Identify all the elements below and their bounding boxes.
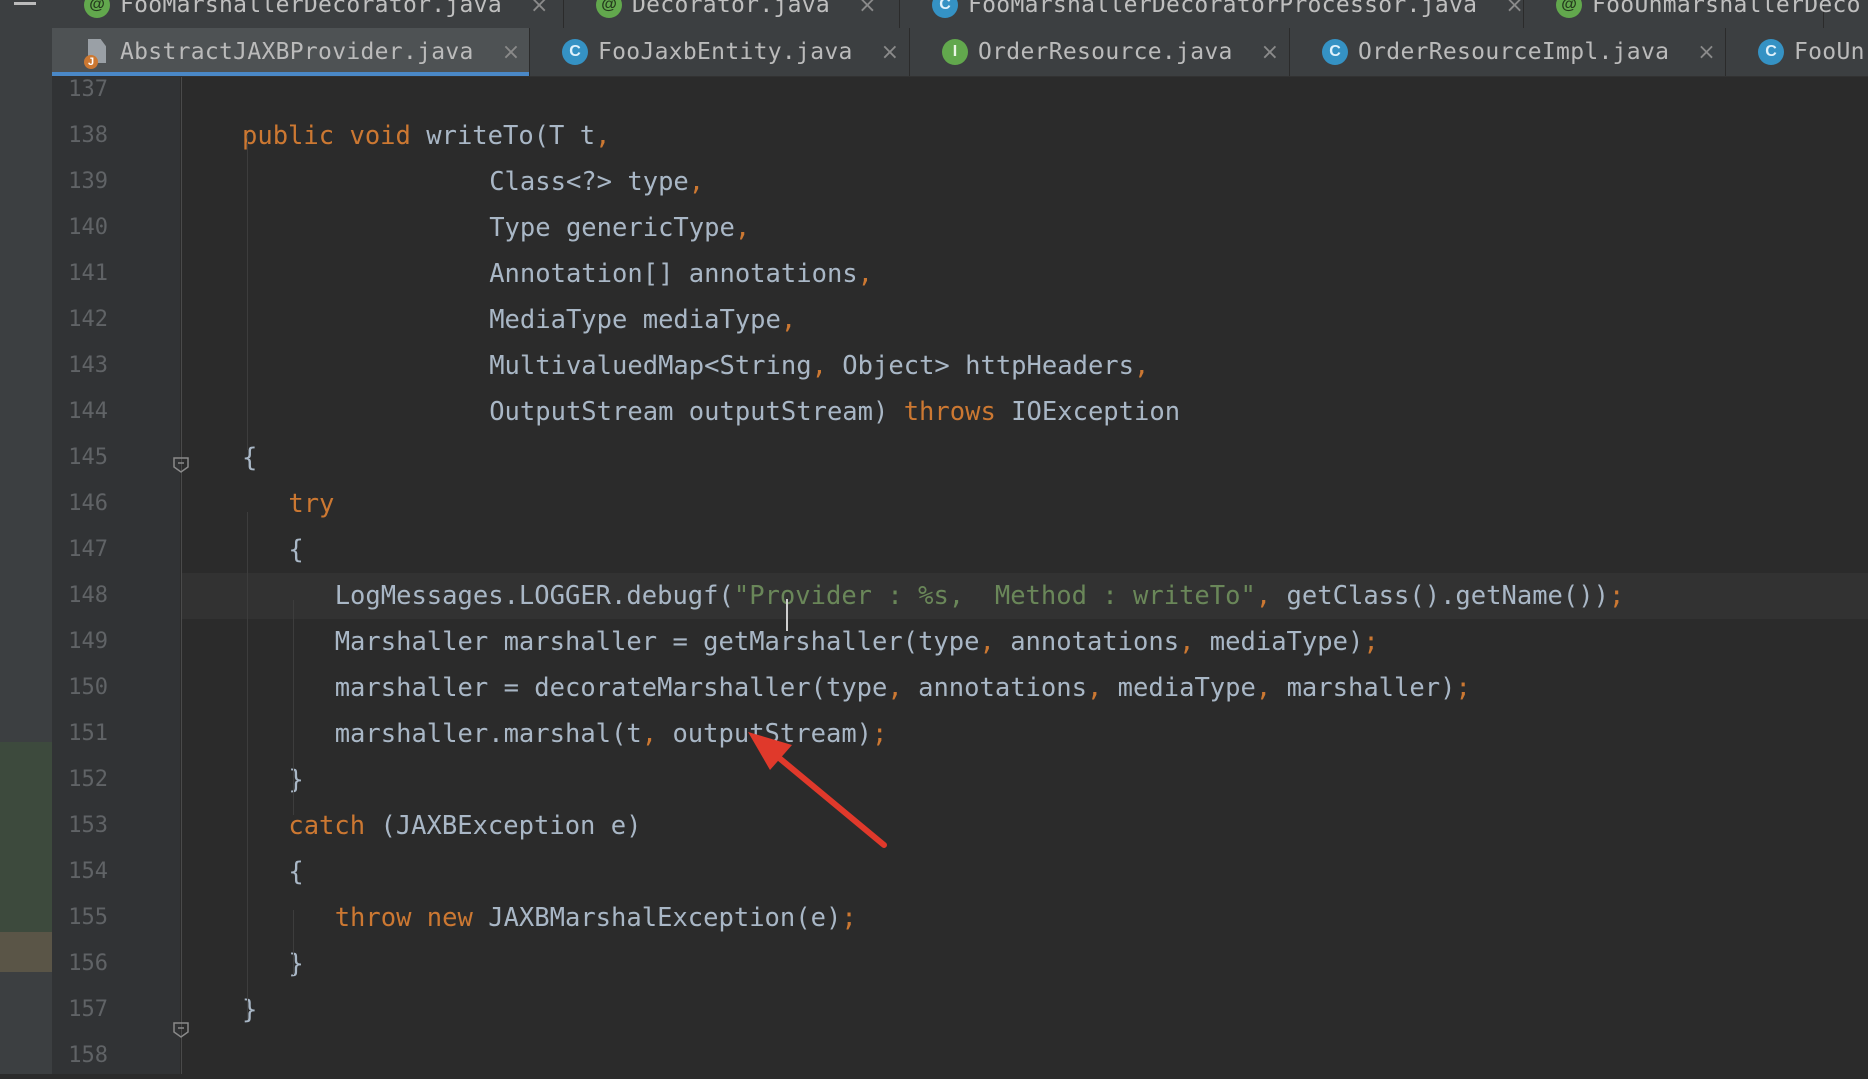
overlay-layer	[748, 732, 887, 848]
red-arrow-annotation	[769, 749, 887, 848]
